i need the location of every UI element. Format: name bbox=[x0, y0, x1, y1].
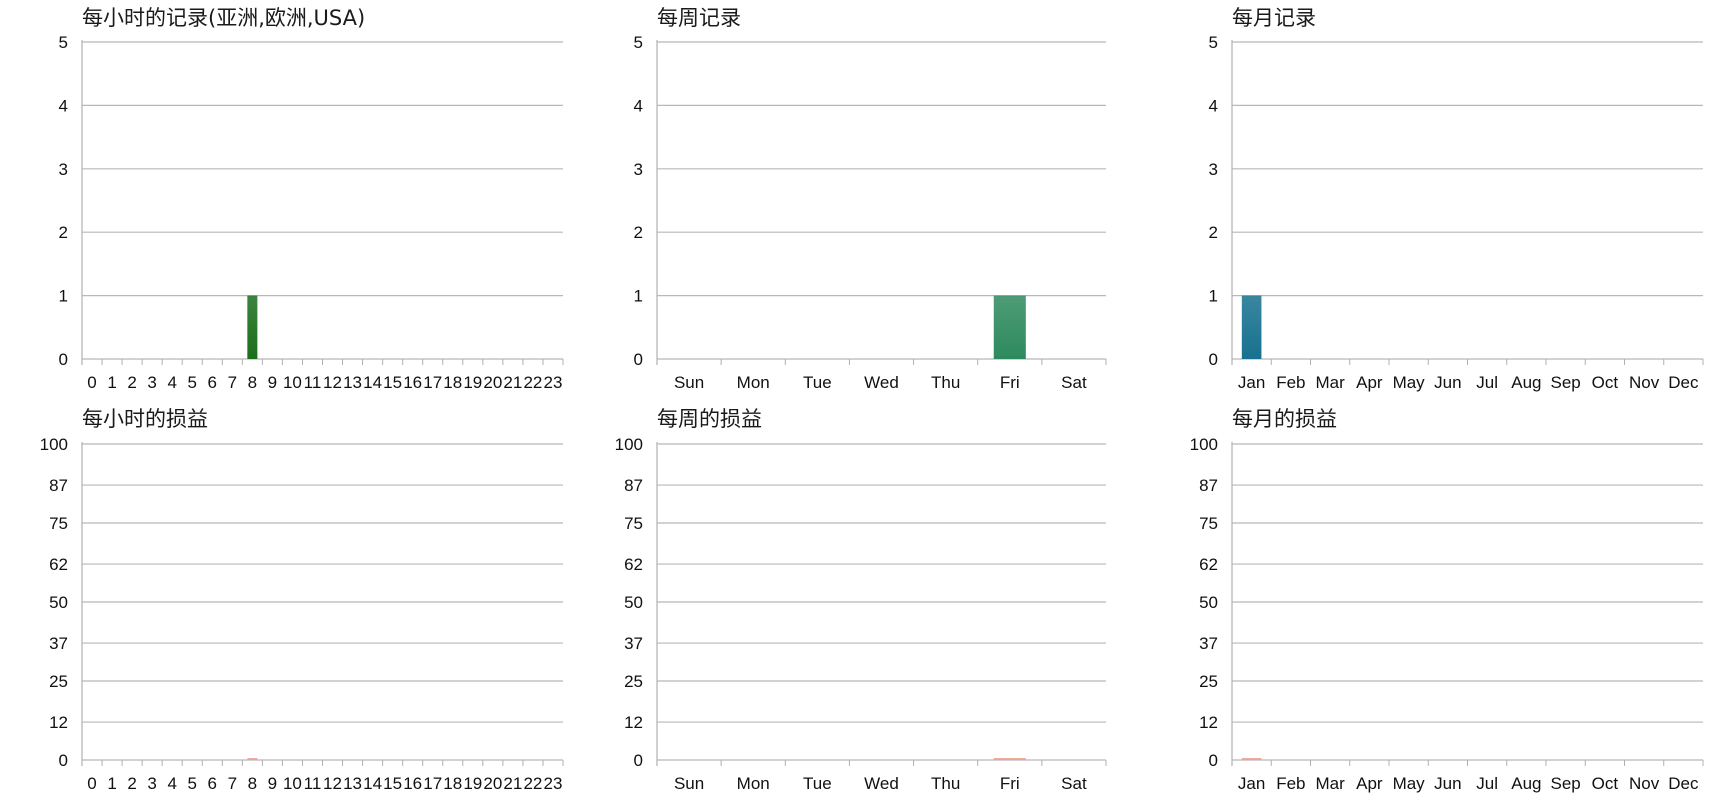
y-tick-label: 75 bbox=[1199, 514, 1218, 533]
y-tick-label: 37 bbox=[1199, 634, 1218, 653]
x-tick-label: Jun bbox=[1434, 774, 1461, 793]
y-tick-label: 12 bbox=[1199, 713, 1218, 732]
y-tick-label: 0 bbox=[1209, 751, 1218, 770]
x-tick-label: Apr bbox=[1356, 774, 1383, 793]
x-tick-label: Jan bbox=[1238, 774, 1265, 793]
bar bbox=[1241, 758, 1262, 760]
x-tick-label: Aug bbox=[1511, 774, 1541, 793]
y-tick-label: 62 bbox=[1199, 555, 1218, 574]
y-tick-label: 87 bbox=[1199, 476, 1218, 495]
x-tick-label: Feb bbox=[1276, 774, 1305, 793]
x-tick-label: Nov bbox=[1629, 774, 1660, 793]
y-tick-label: 100 bbox=[1190, 435, 1218, 454]
x-tick-label: May bbox=[1393, 774, 1426, 793]
chart-svg: 0 12 25 37 50 62 75 87 100 Jan Feb Mar Apr May Jun Jul A… bbox=[1190, 435, 1704, 793]
x-tick-label: Sep bbox=[1551, 774, 1581, 793]
x-tick-label: Mar bbox=[1315, 774, 1345, 793]
x-tick-label: Oct bbox=[1592, 774, 1619, 793]
y-tick-label: 50 bbox=[1199, 593, 1218, 612]
charts-grid: 每小时的记录(亚洲,欧洲,USA) 0 1 2 3 4 5 0 1 2 3 4 5 6 7 8 9 10 11 12… bbox=[0, 0, 1720, 800]
x-tick-label: Jul bbox=[1476, 774, 1498, 793]
y-tick-label: 25 bbox=[1199, 672, 1218, 691]
x-tick-label: Dec bbox=[1668, 774, 1699, 793]
